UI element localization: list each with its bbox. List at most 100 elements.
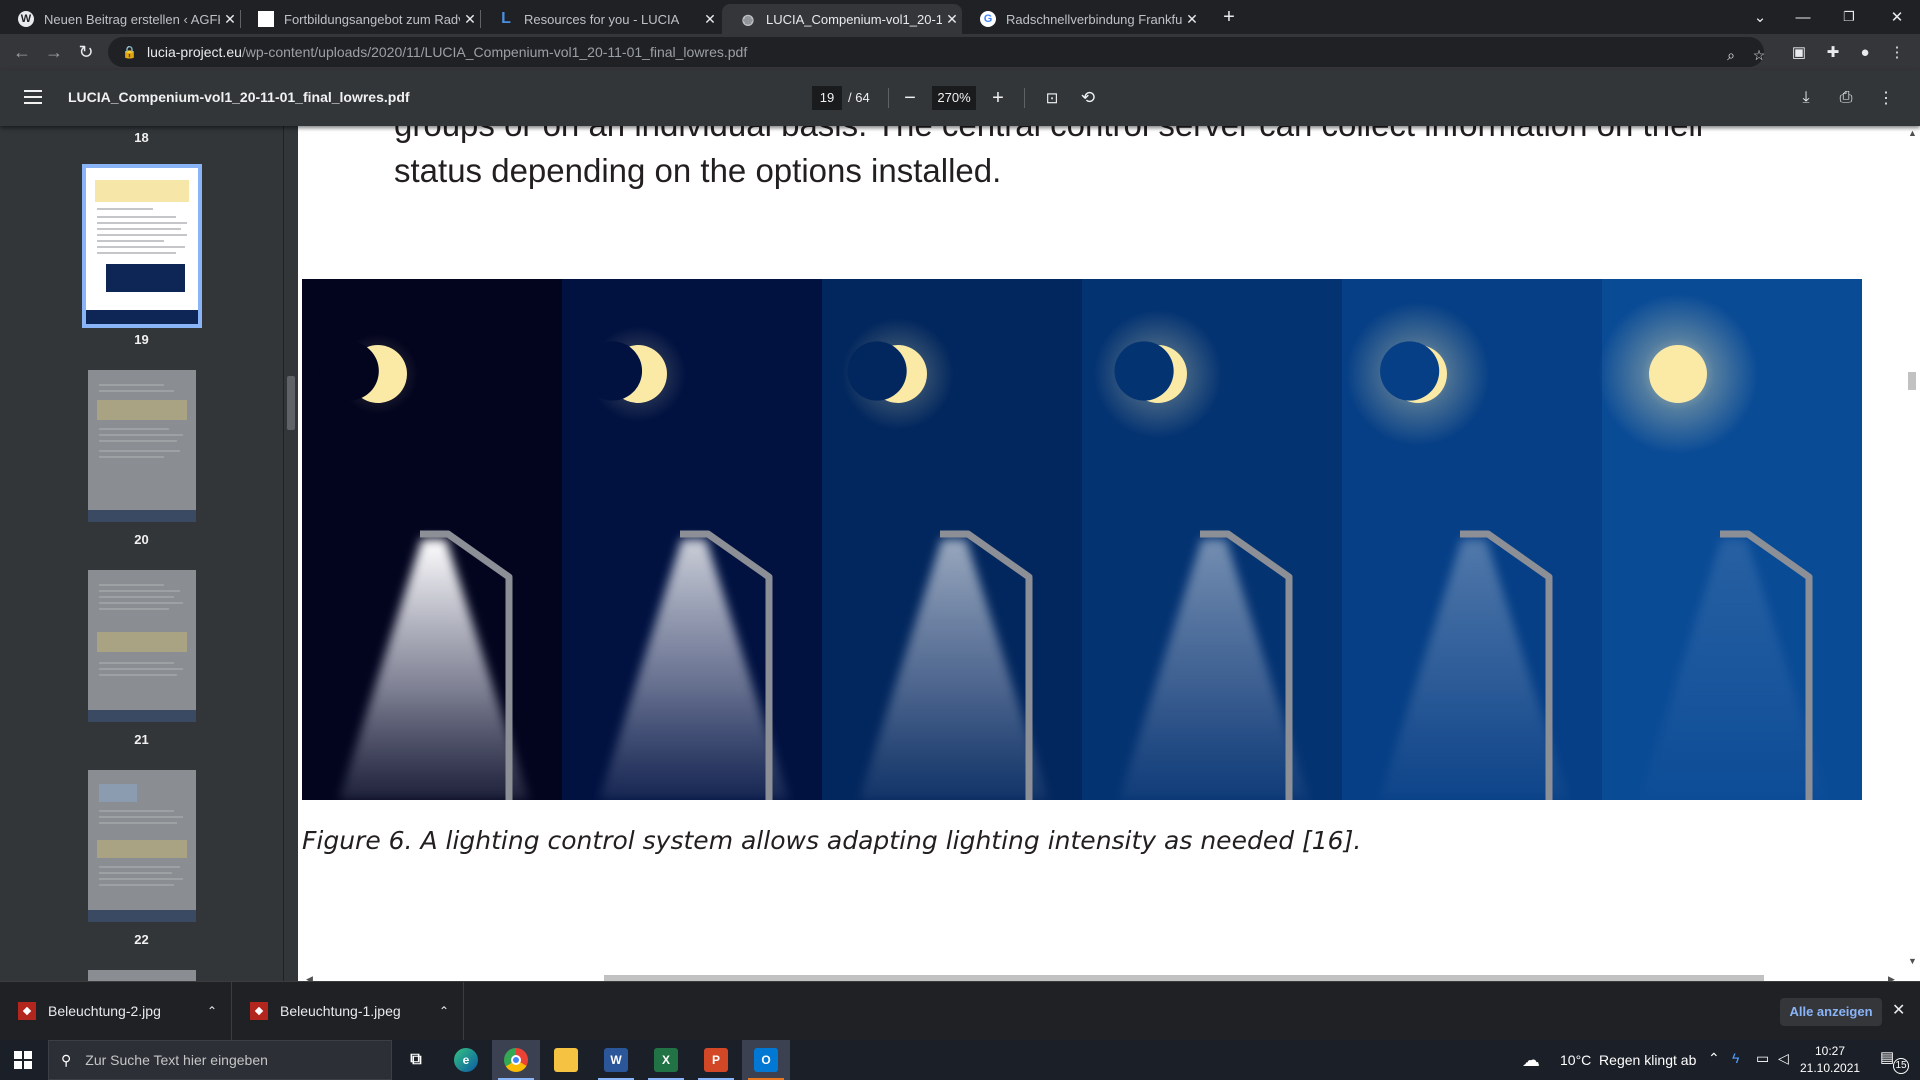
weather-cloud-icon[interactable]: ☁: [1522, 1050, 1540, 1071]
rotate-icon[interactable]: ⟲: [1074, 84, 1102, 112]
windows-taskbar: ⚲ Zur Suche Text hier eingeben ⧉ e W X P…: [0, 1040, 1920, 1080]
lucia-icon: L: [501, 10, 511, 27]
tab-lucia-compendium[interactable]: ◍ LUCIA_Compenium-vol1_20-11-0 ✕: [722, 4, 962, 34]
download-shelf: Beleuchtung-2.jpg ⌃ Beleuchtung-1.jpeg ⌃…: [0, 981, 1920, 1040]
forward-button[interactable]: →: [40, 38, 68, 66]
sidebar-menu-icon[interactable]: [20, 86, 46, 110]
figure-panel: [562, 279, 823, 800]
show-all-downloads-button[interactable]: Alle anzeigen: [1780, 998, 1882, 1026]
tab-radschnellverbindung[interactable]: G Radschnellverbindung Frankfurt ✕: [962, 4, 1202, 34]
onedrive-icon[interactable]: ϟ: [1732, 1050, 1739, 1066]
download-icon[interactable]: ⤓: [1792, 84, 1820, 112]
tab-fortbildung[interactable]: Fortbildungsangebot zum Radve ✕: [240, 4, 480, 34]
chrome-menu-icon[interactable]: ⋮: [1884, 39, 1910, 65]
download-item[interactable]: Beleuchtung-1.jpeg ⌃: [232, 982, 464, 1040]
restore-button[interactable]: ❐: [1826, 0, 1872, 34]
moon-icon: [582, 341, 667, 403]
minimize-button[interactable]: —: [1780, 0, 1826, 34]
page-number-input[interactable]: 19: [812, 86, 842, 110]
powerpoint-icon[interactable]: P: [692, 1040, 740, 1080]
chrome-icon[interactable]: [492, 1040, 540, 1080]
download-item[interactable]: Beleuchtung-2.jpg ⌃: [0, 982, 232, 1040]
close-tab-icon[interactable]: ✕: [220, 11, 240, 28]
figure-panel: [822, 279, 1083, 800]
toolbar-divider: [1024, 88, 1025, 108]
pdf-title: LUCIA_Compenium-vol1_20-11-01_final_lowr…: [68, 89, 410, 105]
lock-icon[interactable]: 🔒: [122, 45, 137, 59]
file-explorer-icon[interactable]: [542, 1040, 590, 1080]
vertical-scroll-thumb[interactable]: [1908, 372, 1916, 390]
zoom-icon[interactable]: ⌕: [1720, 44, 1742, 66]
search-icon: ⚲: [61, 1051, 72, 1068]
sidebar-scrollbar[interactable]: [284, 126, 298, 981]
close-tab-icon[interactable]: ✕: [942, 11, 962, 28]
chevron-up-icon[interactable]: ⌃: [439, 1004, 449, 1018]
zoom-input[interactable]: 270%: [932, 86, 976, 110]
profile-icon[interactable]: ●: [1852, 39, 1878, 65]
sidebar-scroll-thumb[interactable]: [287, 376, 295, 430]
close-tab-icon[interactable]: ✕: [700, 11, 720, 28]
close-shelf-icon[interactable]: ✕: [1892, 1000, 1905, 1020]
close-tab-icon[interactable]: ✕: [1182, 11, 1202, 28]
clock-time: 10:27: [1814, 1044, 1846, 1058]
thumbnail-page-22[interactable]: [88, 770, 196, 922]
thumbnail-page-19[interactable]: [82, 164, 202, 328]
close-window-button[interactable]: ✕: [1874, 0, 1920, 34]
body-line: status depending on the options installe…: [394, 152, 1002, 189]
search-placeholder: Zur Suche Text hier eingeben: [85, 1052, 268, 1068]
moon-icon: [847, 341, 927, 403]
bookmark-star-icon[interactable]: ☆: [1748, 44, 1770, 66]
page-total: / 64: [848, 90, 870, 105]
moon-icon: [319, 341, 407, 403]
download-filename: Beleuchtung-1.jpeg: [280, 1003, 401, 1019]
tab-label: Resources for you - LUCIA: [524, 11, 680, 27]
word-icon[interactable]: W: [592, 1040, 640, 1080]
zoom-in-button[interactable]: +: [984, 84, 1012, 112]
weather-text[interactable]: 10°C Regen klingt ab: [1560, 1052, 1696, 1068]
extensions-puzzle-icon[interactable]: ✚: [1820, 39, 1846, 65]
tab-resources-lucia[interactable]: L Resources for you - LUCIA ✕: [480, 4, 720, 34]
taskbar-search-box[interactable]: ⚲ Zur Suche Text hier eingeben: [48, 1040, 392, 1080]
windows-start-icon[interactable]: [0, 1040, 46, 1080]
extension-icon[interactable]: ▣: [1786, 39, 1812, 65]
print-icon[interactable]: ⎙: [1832, 84, 1860, 112]
tab-label: Neuen Beitrag erstellen ‹ AGFK –: [44, 11, 220, 27]
scroll-down-icon[interactable]: ▼: [1908, 956, 1917, 966]
excel-icon[interactable]: X: [642, 1040, 690, 1080]
figure-panel: [1598, 279, 1862, 800]
url-path: /wp-content/uploads/2020/11/LUCIA_Compen…: [241, 44, 748, 60]
thumbnail-page-23[interactable]: [88, 970, 196, 981]
google-icon: G: [980, 11, 996, 27]
tab-search-icon[interactable]: ⌄: [1737, 0, 1783, 34]
thumbnail-number: 19: [134, 332, 149, 347]
thumbnail-page-21[interactable]: [88, 570, 196, 722]
figure-panel: [1342, 279, 1603, 800]
toolbar-divider: [888, 88, 889, 108]
zoom-out-button[interactable]: −: [896, 84, 924, 112]
thumbnail-sidebar: 18 19 20 21 22: [0, 126, 283, 981]
task-view-icon[interactable]: ⧉: [392, 1040, 440, 1080]
chevron-up-icon[interactable]: ⌃: [207, 1004, 217, 1018]
pdf-page-viewer[interactable]: groups or on an individual basis. The ce…: [298, 126, 1904, 971]
back-button[interactable]: ←: [8, 38, 36, 66]
moon-icon: [1649, 345, 1707, 403]
reload-button[interactable]: ↻: [72, 38, 100, 66]
close-tab-icon[interactable]: ✕: [460, 11, 480, 28]
edge-icon[interactable]: e: [442, 1040, 490, 1080]
taskbar-clock[interactable]: 10:27 21.10.2021: [1800, 1043, 1860, 1077]
tab-agfk[interactable]: W Neuen Beitrag erstellen ‹ AGFK – ✕: [0, 4, 240, 34]
globe-icon: ◍: [741, 10, 755, 27]
notification-center-icon[interactable]: ▤ 15: [1880, 1048, 1909, 1074]
address-bar[interactable]: 🔒 lucia-project.eu/wp-content/uploads/20…: [108, 37, 1765, 67]
more-options-icon[interactable]: ⋮: [1872, 84, 1900, 112]
chevron-up-icon[interactable]: ⌃: [1708, 1050, 1720, 1067]
outlook-icon[interactable]: O: [742, 1040, 790, 1080]
browser-tab-strip: W Neuen Beitrag erstellen ‹ AGFK – ✕ For…: [0, 0, 1920, 34]
fit-page-icon[interactable]: ⊡: [1038, 84, 1066, 112]
thumbnail-page-20[interactable]: [88, 370, 196, 522]
vertical-scrollbar[interactable]: ▲ ▼: [1904, 126, 1920, 981]
new-tab-button[interactable]: +: [1206, 0, 1252, 34]
scroll-up-icon[interactable]: ▲: [1908, 128, 1917, 138]
volume-icon[interactable]: ◁: [1778, 1050, 1789, 1067]
network-icon[interactable]: ▭: [1756, 1050, 1769, 1067]
